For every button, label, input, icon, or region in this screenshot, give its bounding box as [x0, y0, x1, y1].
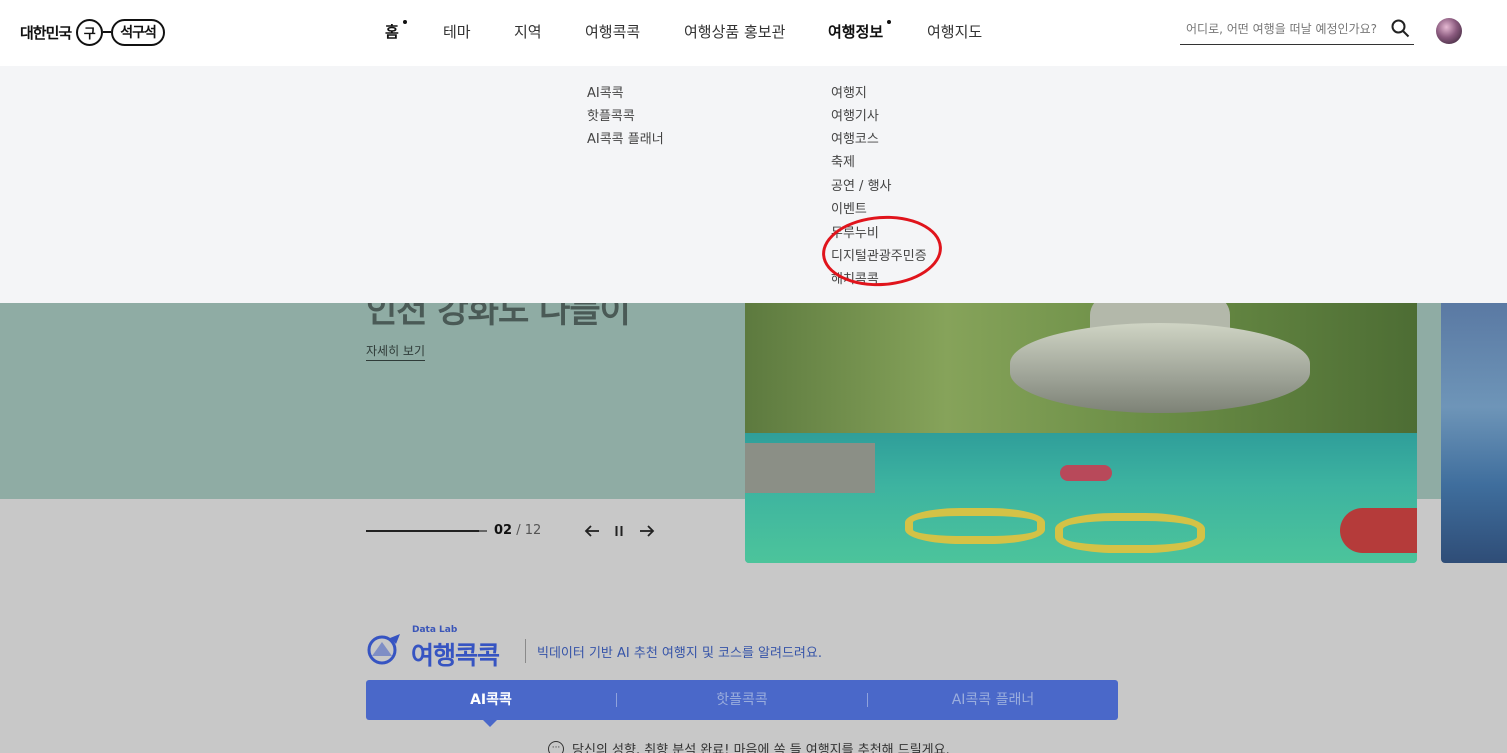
- logo-mark: 구 석구석: [76, 18, 165, 46]
- tab-hotple-kokkok[interactable]: 핫플콕콕: [617, 680, 867, 720]
- next-arrow-icon[interactable]: [638, 522, 656, 540]
- menu-ai-kokkok[interactable]: AI콕콕: [587, 82, 624, 101]
- menu-destinations[interactable]: 여행지: [831, 82, 867, 101]
- recommend-notice: ··· 당신의 성향, 취향 분석 완료! 마음에 쏙 들 여행지를 추천해 드…: [548, 739, 950, 753]
- active-tab-pointer: [482, 719, 498, 727]
- datalab-divider: [525, 639, 526, 663]
- slide-total: / 12: [516, 523, 542, 538]
- photo-ring: [1055, 513, 1205, 553]
- nav-travel-info[interactable]: 여행정보: [828, 0, 892, 66]
- user-avatar[interactable]: [1436, 18, 1462, 44]
- menu-festivals[interactable]: 축제: [831, 151, 855, 170]
- datalab-logo-icon: [367, 634, 400, 665]
- mega-menu: AI콕콕 핫플콕콕 AI콕콕 플래너 여행지 여행기사 여행코스 축제 공연 /…: [0, 66, 1507, 303]
- prev-arrow-icon[interactable]: [583, 522, 601, 540]
- nav-travel-info-dot: [887, 20, 892, 24]
- menu-events-shows[interactable]: 공연 / 행사: [831, 175, 892, 194]
- photo-ring: [905, 508, 1045, 544]
- logo-line: [103, 31, 112, 33]
- hero-detail-link[interactable]: 자세히 보기: [366, 342, 426, 361]
- search-box: [1180, 14, 1414, 45]
- nav-kokkok[interactable]: 여행콕콕: [585, 0, 640, 66]
- logo-pill: 석구석: [111, 18, 165, 46]
- nav-travel-info-label: 여행정보: [828, 23, 884, 41]
- nav-home[interactable]: 홈: [385, 0, 407, 66]
- notice-text: 당신의 성향, 취향 분석 완료! 마음에 쏙 들 여행지를 추천해 드릴게요.: [572, 743, 950, 753]
- menu-articles[interactable]: 여행기사: [831, 105, 879, 124]
- menu-courses[interactable]: 여행코스: [831, 128, 879, 147]
- search-input[interactable]: [1186, 17, 1386, 41]
- tab-ai-planner[interactable]: AI콕콕 플래너: [868, 680, 1118, 720]
- menu-ai-planner[interactable]: AI콕콕 플래너: [587, 128, 664, 147]
- datalab-tabs: AI콕콕 핫플콕콕 AI콕콕 플래너: [366, 680, 1118, 720]
- logo-text: 대한민국: [20, 23, 72, 42]
- site-header: 대한민국 구 석구석 홈 테마 지역 여행콕콕 여행상품 홍보관 여행정보 여행…: [0, 0, 1507, 66]
- photo-stairs: [745, 443, 875, 493]
- nav-region[interactable]: 지역: [514, 0, 542, 66]
- nav-home-dot: [402, 20, 407, 24]
- nav-travel-map[interactable]: 여행지도: [927, 0, 982, 66]
- nav-theme[interactable]: 테마: [443, 0, 471, 66]
- slide-progress-rest: [479, 530, 487, 532]
- hero-slide-image[interactable]: [745, 303, 1417, 563]
- menu-hotple-kokkok[interactable]: 핫플콕콕: [587, 105, 635, 124]
- datalab-title: 여행콕콕: [411, 641, 500, 670]
- datalab-label: Data Lab: [412, 625, 458, 635]
- logo-circle: 구: [76, 18, 104, 46]
- datalab-description: 빅데이터 기반 AI 추천 여행지 및 코스를 알려드려요.: [537, 646, 822, 661]
- nav-products[interactable]: 여행상품 홍보관: [684, 0, 785, 66]
- chat-bubble-icon: ···: [548, 740, 564, 753]
- menu-promotions[interactable]: 이벤트: [831, 198, 867, 217]
- nav-home-label: 홈: [385, 23, 399, 41]
- slide-current: 02: [494, 523, 513, 538]
- slide-progress-bar: [366, 530, 486, 532]
- next-slide-image[interactable]: [1441, 303, 1507, 563]
- search-icon[interactable]: [1390, 18, 1410, 38]
- slide-counter: 02 / 12: [494, 523, 541, 538]
- photo-boat: [1060, 465, 1112, 481]
- pause-icon[interactable]: [610, 522, 628, 540]
- site-logo[interactable]: 대한민국 구 석구석: [20, 17, 165, 47]
- tab-ai-kokkok[interactable]: AI콕콕: [366, 680, 616, 720]
- photo-boat: [1340, 508, 1417, 553]
- photo-ufo: [1010, 323, 1310, 413]
